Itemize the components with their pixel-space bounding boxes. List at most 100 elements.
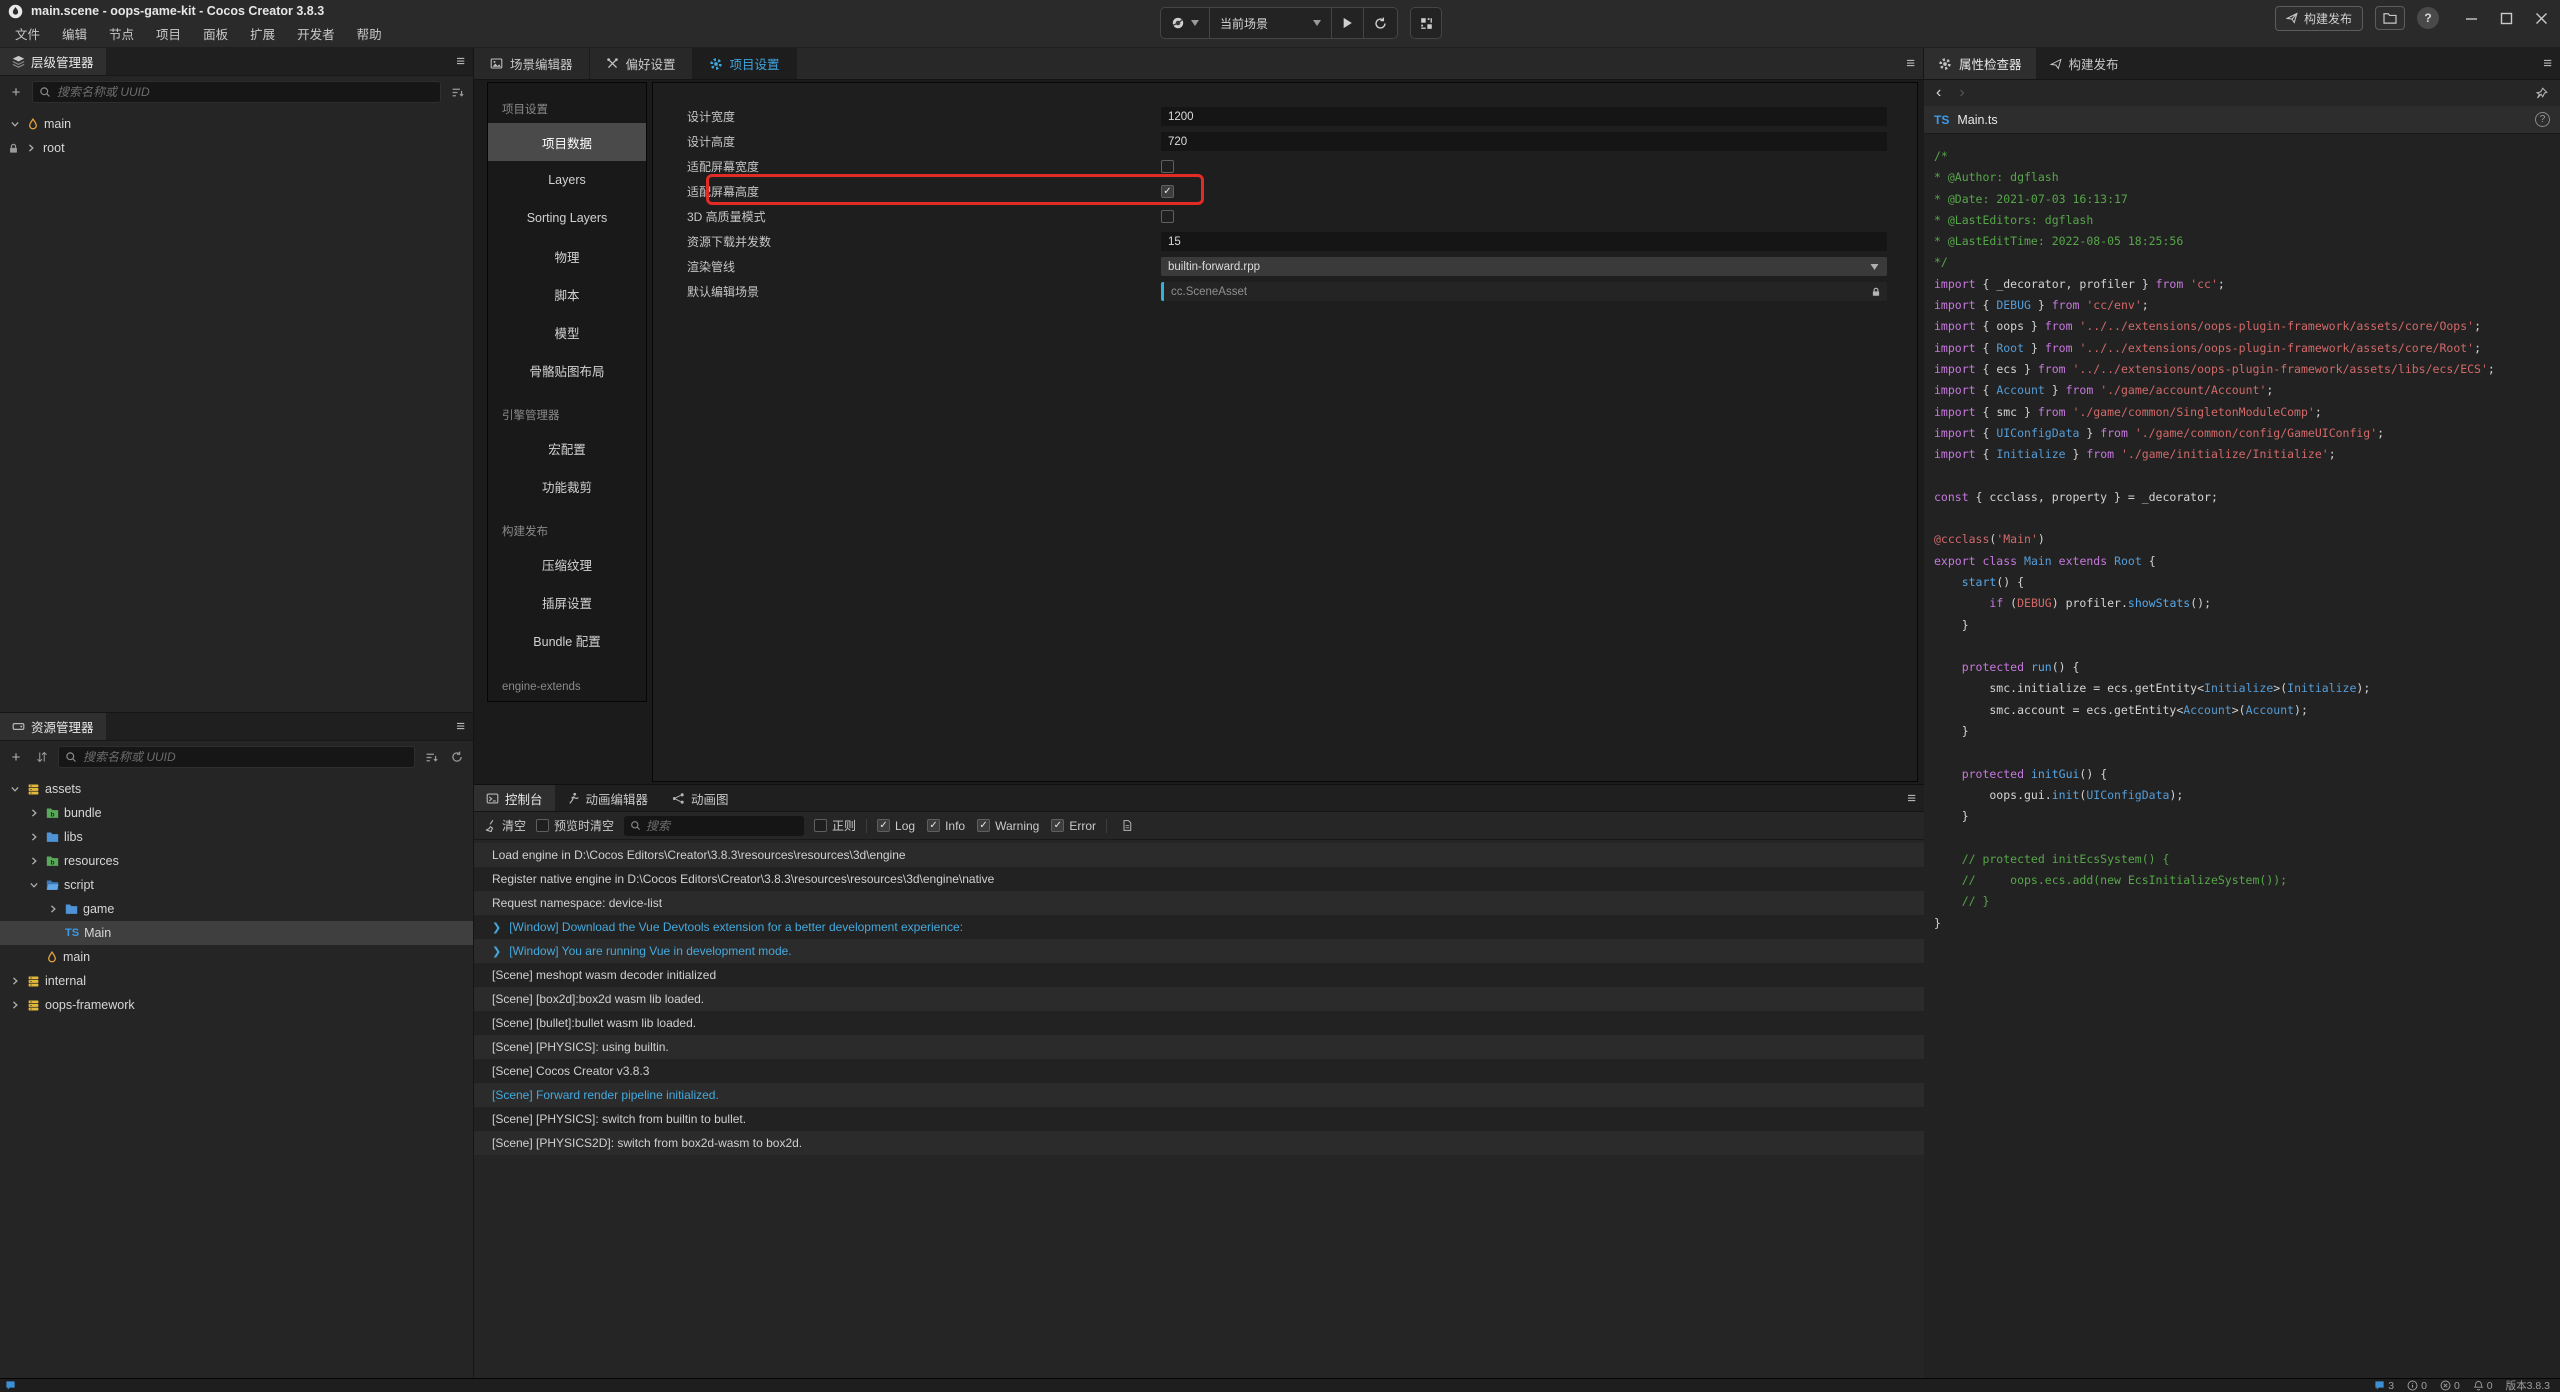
back-button[interactable]: ‹ <box>1936 85 1941 101</box>
notification-count[interactable]: 0 <box>2473 1380 2493 1392</box>
tab-hierarchy[interactable]: 层级管理器 <box>0 48 106 75</box>
tab-scene-editor[interactable]: 场景编辑器 <box>474 48 590 79</box>
tab-inspector[interactable]: 属性检查器 <box>1924 48 2036 79</box>
settings-item-宏配置[interactable]: 宏配置 <box>488 429 646 467</box>
scene-select-dropdown[interactable]: 当前场景 <box>1210 8 1332 38</box>
tab-animation-graph[interactable]: 动画图 <box>660 785 741 811</box>
console-search-input[interactable] <box>646 819 798 833</box>
select-dropdown[interactable]: builtin-forward.rpp <box>1161 257 1887 276</box>
asset-field[interactable]: cc.SceneAsset <box>1161 282 1887 301</box>
log-row[interactable]: [Scene] [PHYSICS2D]: switch from box2d-w… <box>474 1131 1924 1155</box>
maximize-button[interactable] <box>2500 12 2513 25</box>
panel-menu-icon[interactable]: ≡ <box>1906 48 1915 79</box>
log-row[interactable]: [Scene] [PHYSICS]: using builtin. <box>474 1035 1924 1059</box>
checkbox[interactable]: ✓ <box>927 819 940 832</box>
tab-project-settings[interactable]: 项目设置 <box>693 48 797 79</box>
log-row[interactable]: [Scene] [bullet]:bullet wasm lib loaded. <box>474 1011 1924 1035</box>
filter-level-Info[interactable]: ✓Info <box>927 819 965 833</box>
expand-chevron-icon[interactable]: ❯ <box>492 945 501 958</box>
settings-item-功能裁剪[interactable]: 功能裁剪 <box>488 467 646 505</box>
assets-item-oops-framework[interactable]: oops-framework <box>0 993 473 1017</box>
minimize-button[interactable] <box>2465 12 2478 25</box>
settings-item-物理[interactable]: 物理 <box>488 237 646 275</box>
tab-build-publish[interactable]: 构建发布 <box>2036 48 2133 79</box>
assets-item-script[interactable]: script <box>0 873 473 897</box>
filter-level-Warning[interactable]: ✓Warning <box>977 819 1039 833</box>
pin-icon[interactable] <box>2535 87 2548 100</box>
panel-menu-icon[interactable]: ≡ <box>1907 785 1916 811</box>
checkbox[interactable]: ✓ <box>877 819 890 832</box>
checkbox[interactable] <box>814 819 827 832</box>
settings-item-项目数据[interactable]: 项目数据 <box>488 123 646 161</box>
checkbox[interactable]: ✓ <box>1161 185 1174 198</box>
tab-animation-editor[interactable]: 动画编辑器 <box>555 785 661 811</box>
sort-icon[interactable] <box>32 747 52 767</box>
filter-icon[interactable] <box>421 747 441 767</box>
add-node-button[interactable]: + <box>6 82 26 102</box>
filter-level-Log[interactable]: ✓Log <box>877 819 915 833</box>
tab-preferences[interactable]: 偏好设置 <box>590 48 693 79</box>
settings-item-Layers[interactable]: Layers <box>488 161 646 199</box>
menu-item-项目[interactable]: 项目 <box>145 28 192 42</box>
menu-item-编辑[interactable]: 编辑 <box>51 28 98 42</box>
help-button[interactable]: ? <box>2417 7 2439 29</box>
play-button[interactable] <box>1332 8 1364 38</box>
text-input[interactable]: 15 <box>1161 232 1887 251</box>
log-row[interactable]: ❯[Window] You are running Vue in develop… <box>474 939 1924 963</box>
reload-button[interactable] <box>1364 8 1397 38</box>
checkbox[interactable] <box>1161 210 1174 223</box>
open-project-folder-button[interactable] <box>2375 6 2405 30</box>
assets-item-Main[interactable]: TSMain <box>0 921 473 945</box>
message-icon[interactable] <box>5 1380 16 1391</box>
checkbox[interactable]: ✓ <box>1051 819 1064 832</box>
log-file-icon[interactable] <box>1117 816 1137 836</box>
menu-item-扩展[interactable]: 扩展 <box>239 28 286 42</box>
settings-item-Bundle 配置[interactable]: Bundle 配置 <box>488 621 646 659</box>
settings-item-压缩纹理[interactable]: 压缩纹理 <box>488 545 646 583</box>
menu-item-文件[interactable]: 文件 <box>4 28 51 42</box>
text-input[interactable]: 720 <box>1161 132 1887 151</box>
log-row[interactable]: Request namespace: device-list <box>474 891 1924 915</box>
add-asset-button[interactable]: + <box>6 747 26 767</box>
hierarchy-item-main[interactable]: main <box>0 112 473 136</box>
help-icon[interactable]: ? <box>2535 112 2550 127</box>
assets-item-bundle[interactable]: bbundle <box>0 801 473 825</box>
assets-item-game[interactable]: game <box>0 897 473 921</box>
clear-on-preview-toggle[interactable]: 预览时清空 <box>536 817 614 834</box>
preview-on-device-button[interactable] <box>1410 7 1442 39</box>
settings-item-Sorting Layers[interactable]: Sorting Layers <box>488 199 646 237</box>
assets-item-resources[interactable]: bresources <box>0 849 473 873</box>
filter-icon[interactable] <box>447 82 467 102</box>
refresh-icon[interactable] <box>447 747 467 767</box>
assets-search-input[interactable] <box>83 750 408 764</box>
log-row[interactable]: [Scene] meshopt wasm decoder initialized <box>474 963 1924 987</box>
log-row[interactable]: ❯[Window] Download the Vue Devtools exte… <box>474 915 1924 939</box>
settings-item-骨骼贴图布局[interactable]: 骨骼贴图布局 <box>488 351 646 389</box>
menu-item-帮助[interactable]: 帮助 <box>346 28 393 42</box>
checkbox[interactable]: ✓ <box>977 819 990 832</box>
log-row[interactable]: [Scene] Cocos Creator v3.8.3 <box>474 1059 1924 1083</box>
assets-search[interactable] <box>58 746 415 768</box>
build-publish-button[interactable]: 构建发布 <box>2275 6 2363 31</box>
settings-item-模型[interactable]: 模型 <box>488 313 646 351</box>
log-row[interactable]: [Scene] [PHYSICS]: switch from builtin t… <box>474 1107 1924 1131</box>
preview-target-dropdown[interactable] <box>1161 8 1210 38</box>
assets-item-main[interactable]: main <box>0 945 473 969</box>
expand-chevron-icon[interactable]: ❯ <box>492 921 501 934</box>
menu-item-节点[interactable]: 节点 <box>98 28 145 42</box>
regex-toggle[interactable]: 正则 <box>814 817 856 834</box>
settings-item-插屏设置[interactable]: 插屏设置 <box>488 583 646 621</box>
hierarchy-item-root[interactable]: root <box>0 136 473 160</box>
assets-item-internal[interactable]: internal <box>0 969 473 993</box>
console-search[interactable] <box>624 816 804 836</box>
menu-item-面板[interactable]: 面板 <box>192 28 239 42</box>
filter-level-Error[interactable]: ✓Error <box>1051 819 1096 833</box>
forward-button[interactable]: › <box>1959 85 1964 101</box>
assets-item-assets[interactable]: assets <box>0 777 473 801</box>
settings-item-脚本[interactable]: 脚本 <box>488 275 646 313</box>
hierarchy-search-input[interactable] <box>57 85 434 99</box>
tab-assets[interactable]: 资源管理器 <box>0 713 106 740</box>
settings-item-自动生成材质配置[interactable]: 自动生成材质配置 <box>488 699 646 702</box>
checkbox[interactable] <box>1161 160 1174 173</box>
clear-console-button[interactable]: 清空 <box>484 817 526 834</box>
